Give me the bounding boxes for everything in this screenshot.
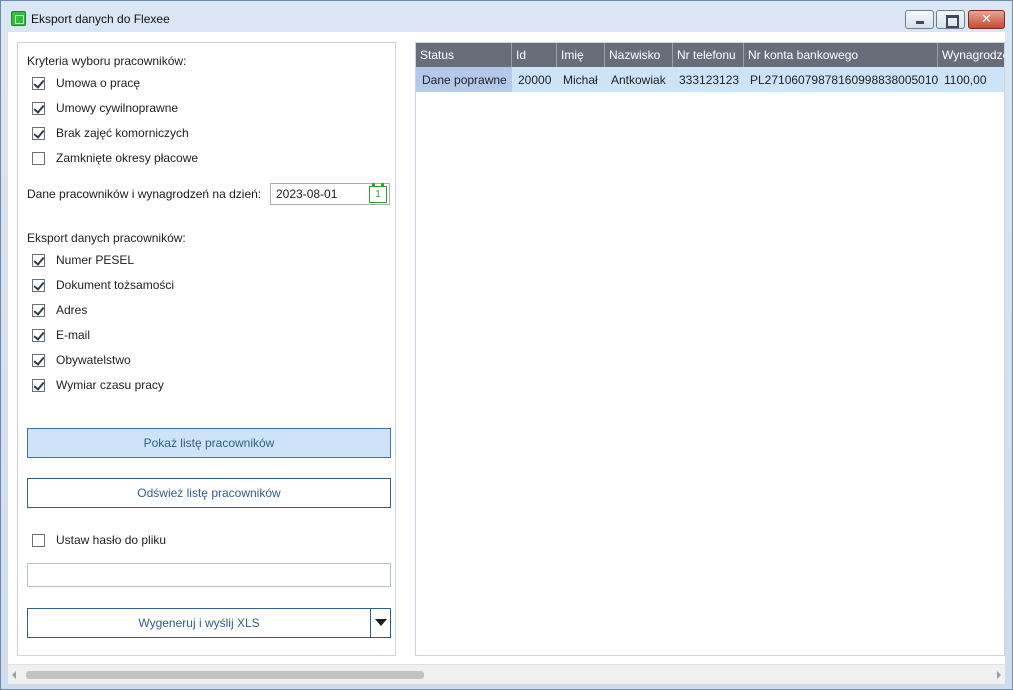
client-area: Kryteria wyboru pracowników: Umowa o pra… — [8, 32, 1005, 684]
table-cell[interactable]: 20000 — [512, 67, 557, 92]
checkbox-checked-icon[interactable] — [32, 126, 45, 140]
scroll-left-icon[interactable] — [12, 671, 16, 679]
checkbox-checked-icon[interactable] — [32, 303, 45, 317]
maximize-button[interactable] — [936, 10, 965, 29]
column-header[interactable]: Status — [416, 43, 512, 67]
criteria-brak-zajec[interactable]: Brak zajęć komorniczych — [32, 124, 189, 142]
dropdown-arrow-icon[interactable] — [375, 619, 387, 626]
split-divider — [370, 609, 371, 637]
checkbox-label: Umowa o pracę — [56, 76, 141, 90]
checkbox-label: Brak zajęć komorniczych — [56, 126, 189, 140]
checkbox-unchecked-icon[interactable] — [32, 533, 45, 547]
checkbox-checked-icon[interactable] — [32, 328, 45, 342]
column-header[interactable]: Imię — [557, 43, 605, 67]
generate-xls-button[interactable]: Wygeneruj i wyślij XLS — [28, 609, 370, 637]
table-cell[interactable]: Michał — [557, 67, 605, 92]
criteria-zamkniete-okresy[interactable]: Zamknięte okresy płacowe — [32, 149, 198, 167]
checkbox-unchecked-icon[interactable] — [32, 151, 45, 165]
checkbox-label: Dokument tożsamości — [56, 278, 175, 292]
checkbox-checked-icon[interactable] — [32, 253, 45, 267]
calendar-day: 1 — [369, 186, 387, 203]
checkbox-checked-icon[interactable] — [32, 278, 45, 292]
title-bar[interactable]: Eksport danych do Flexee — [1, 1, 1012, 33]
app-logo-icon — [11, 11, 26, 26]
minimize-button[interactable] — [905, 10, 934, 29]
table-cell[interactable]: 1100,00 — [938, 67, 1004, 92]
show-list-button[interactable]: Pokaż listę pracowników — [27, 428, 391, 458]
export-email[interactable]: E-mail — [32, 326, 90, 344]
criteria-umowa-o-prace[interactable]: Umowa o pracę — [32, 74, 140, 92]
table-cell[interactable]: Antkowiak — [605, 67, 673, 92]
checkbox-checked-icon[interactable] — [32, 378, 45, 392]
password-input[interactable] — [27, 563, 391, 587]
column-header[interactable]: Nr telefonu — [673, 43, 744, 67]
date-label: Dane pracowników i wynagrodzeń na dzień: — [27, 187, 262, 201]
grid-header: Status Id Imię Nazwisko Nr telefonu Nr k… — [416, 43, 1004, 67]
checkbox-label: Obywatelstwo — [56, 353, 131, 367]
checkbox-checked-icon[interactable] — [32, 101, 45, 115]
scrollbar-thumb[interactable] — [26, 671, 424, 679]
table-cell[interactable]: Dane poprawne — [416, 67, 512, 92]
checkbox-label: Numer PESEL — [56, 253, 135, 267]
column-header[interactable]: Id — [512, 43, 557, 67]
export-pesel[interactable]: Numer PESEL — [32, 251, 134, 269]
checkbox-label: Adres — [56, 303, 88, 317]
checkbox-label: Ustaw hasło do pliku — [56, 533, 167, 547]
scroll-right-icon[interactable] — [997, 671, 1001, 679]
column-header[interactable]: Nr konta bankowego — [744, 43, 938, 67]
employees-grid[interactable]: Status Id Imię Nazwisko Nr telefonu Nr k… — [415, 42, 1005, 656]
export-heading: Eksport danych pracowników: — [27, 231, 186, 245]
column-header[interactable]: Wynagrodzenie — [938, 43, 1004, 67]
generate-split-button[interactable]: Wygeneruj i wyślij XLS — [27, 608, 391, 638]
table-cell[interactable]: 333123123 — [673, 67, 744, 92]
checkbox-label: Zamknięte okresy płacowe — [56, 151, 199, 165]
checkbox-label: Wymiar czasu pracy — [56, 378, 164, 392]
close-button[interactable] — [968, 10, 1005, 29]
criteria-umowy-cywilnoprawne[interactable]: Umowy cywilnoprawne — [32, 99, 178, 117]
export-adres[interactable]: Adres — [32, 301, 87, 319]
options-panel: Kryteria wyboru pracowników: Umowa o pra… — [17, 42, 396, 656]
checkbox-checked-icon[interactable] — [32, 76, 45, 90]
password-toggle[interactable]: Ustaw hasło do pliku — [32, 531, 166, 549]
window-title: Eksport danych do Flexee — [31, 12, 170, 26]
criteria-heading: Kryteria wyboru pracowników: — [27, 54, 187, 68]
export-dokument[interactable]: Dokument tożsamości — [32, 276, 174, 294]
export-wymiar[interactable]: Wymiar czasu pracy — [32, 376, 164, 394]
checkbox-label: Umowy cywilnoprawne — [56, 101, 179, 115]
table-row[interactable]: Dane poprawne 20000 Michał Antkowiak 333… — [416, 67, 1004, 92]
app-window: Eksport danych do Flexee Kryteria wyboru… — [0, 0, 1013, 690]
checkbox-checked-icon[interactable] — [32, 353, 45, 367]
column-header[interactable]: Nazwisko — [605, 43, 673, 67]
calendar-icon[interactable]: 1 — [368, 183, 388, 204]
checkbox-label: E-mail — [56, 328, 91, 342]
horizontal-scrollbar[interactable] — [8, 664, 1005, 684]
export-obywatelstwo[interactable]: Obywatelstwo — [32, 351, 131, 369]
refresh-list-button[interactable]: Odśwież listę pracowników — [27, 478, 391, 508]
table-cell[interactable]: PL27106079878160998838005010 — [744, 67, 938, 92]
